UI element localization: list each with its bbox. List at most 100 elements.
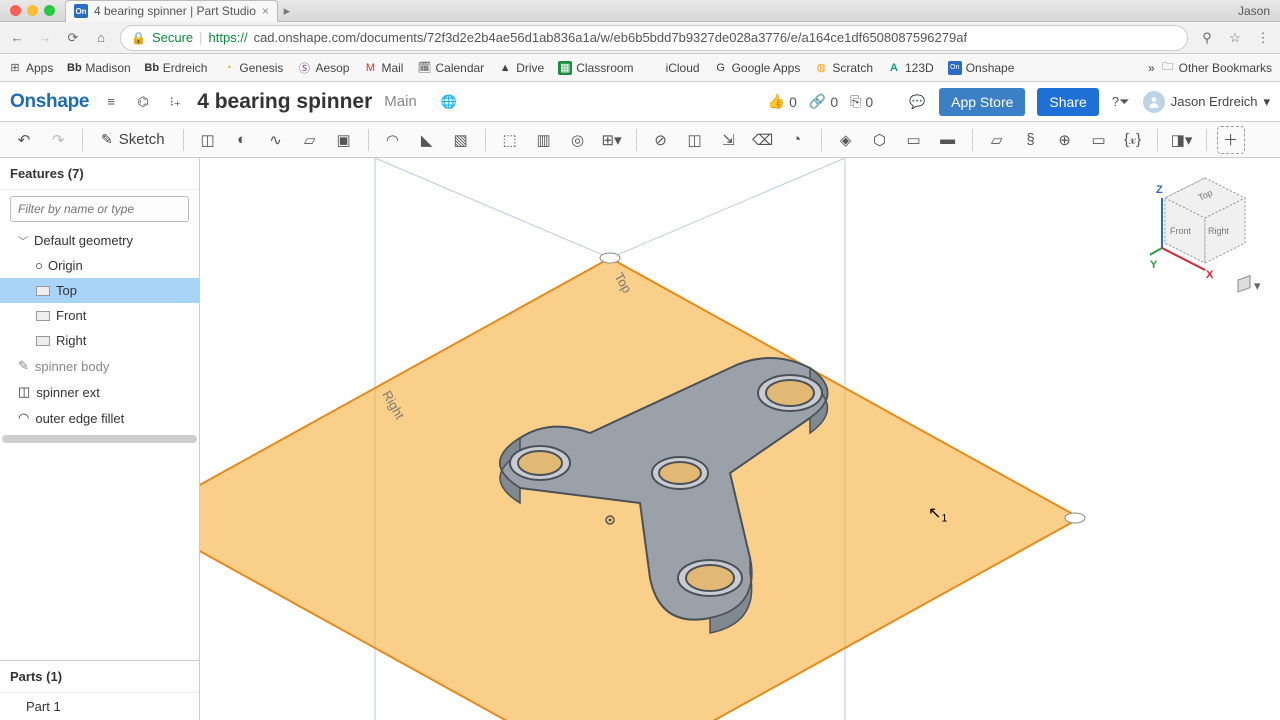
appstore-button[interactable]: App Store [939,88,1025,116]
share-button[interactable]: Share [1037,88,1098,116]
outer-fillet-node[interactable]: ◠outer edge fillet [0,405,199,431]
pattern-icon[interactable]: ⊞▾ [598,126,626,154]
right-plane-node[interactable]: Right [0,328,199,353]
branch-label[interactable]: Main [384,93,417,110]
bookmark-calendar[interactable]: 🗓Calendar [417,61,484,75]
3d-viewport[interactable]: Top Right ↖1 [200,158,1280,720]
split-icon[interactable]: ◫ [681,126,709,154]
bookmark-123d[interactable]: A123D [887,61,934,75]
front-plane-node[interactable]: Front [0,303,199,328]
add-feature-icon[interactable]: ＋ [1217,126,1245,154]
loft-icon[interactable]: ▱ [296,126,324,154]
delete-face-icon[interactable]: ⌫ [749,126,777,154]
copies-count[interactable]: ⎘0 [850,93,873,110]
variable-icon[interactable]: {𝓍} [1119,126,1147,154]
bookmark-google-apps[interactable]: GGoogle Apps [714,61,801,75]
document-title[interactable]: 4 bearing spinner [197,90,372,114]
top-plane-node[interactable]: Top [0,278,199,303]
bookmark-drive[interactable]: ▲Drive [498,61,544,75]
home-button[interactable]: ⌂ [92,30,110,45]
feature-panel: Features (7) ﹀Default geometry Origin To… [0,158,200,720]
plane-icon [36,336,50,346]
plane-icon [36,286,50,296]
revolve-icon[interactable]: ◐ [228,126,256,154]
spinner-body-sketch-node[interactable]: ✎spinner body [0,353,199,379]
apps-bookmark[interactable]: ⊞Apps [8,61,53,75]
part-item[interactable]: Part 1 [0,693,199,720]
boolean-icon[interactable]: ⊘ [647,126,675,154]
profile-label[interactable]: Jason [1228,4,1280,18]
minimize-window-icon[interactable] [27,5,38,16]
offset-surface-icon[interactable]: ⬡ [866,126,894,154]
close-window-icon[interactable] [10,5,21,16]
pencil-icon: ✎ [101,131,113,148]
boundary-surface-icon[interactable]: ▭ [900,126,928,154]
sweep-icon[interactable]: ∿ [262,126,290,154]
bookmark-genesis[interactable]: ◔Genesis [221,61,283,75]
other-bookmarks[interactable]: 🗀Other Bookmarks [1161,61,1272,75]
translate-icon[interactable]: ⚲ [1198,30,1216,46]
insert-menu-icon[interactable]: ⁝₊ [165,92,185,112]
hole-icon[interactable]: ◎ [564,126,592,154]
bookmark-onshape[interactable]: OnOnshape [948,61,1015,75]
close-tab-icon[interactable]: × [262,4,269,18]
browser-tab[interactable]: On 4 bearing spinner | Part Studio × [65,0,278,22]
undo-button[interactable]: ↶ [10,126,38,154]
globe-icon[interactable]: 🌐 [439,92,459,112]
onshape-logo[interactable]: Onshape [10,91,89,113]
nav-menu-icon[interactable]: ≡ [101,92,121,112]
modify-fillet-icon[interactable]: ◔ [783,126,811,154]
feature-tree: ﹀Default geometry Origin Top Front Right… [0,228,199,447]
surface-tool-icon[interactable]: ◈ [832,126,860,154]
extrude-icon[interactable]: ◫ [194,126,222,154]
url-field[interactable]: 🔒 Secure | https://cad.onshape.com/docum… [120,25,1188,51]
origin-icon [36,263,42,269]
sheet-metal-icon[interactable]: ▭ [1085,126,1113,154]
bookmark-aesop[interactable]: ⓈAesop [297,61,349,75]
links-count[interactable]: 🔗0 [809,93,838,110]
bookmark-star-icon[interactable]: ☆ [1226,30,1244,46]
svg-text:▾: ▾ [1254,278,1260,293]
view-cube[interactable]: Top Front Right Z X Y ▾ [1150,168,1260,298]
bookmark-scratch[interactable]: ◍Scratch [814,61,873,75]
bookmark-classroom[interactable]: ▦Classroom [558,61,633,75]
bookmark-erdreich[interactable]: BbErdreich [145,61,208,75]
thumbs-up-icon: 👍 [768,93,785,110]
thicken-icon[interactable]: ▣ [330,126,358,154]
section-view-icon[interactable]: ◨▾ [1168,126,1196,154]
new-tab-button[interactable]: ▸ [278,3,296,19]
comments-icon[interactable]: 💬 [907,92,927,112]
address-bar: ← → ⟳ ⌂ 🔒 Secure | https://cad.onshape.c… [0,22,1280,54]
mate-connector-icon[interactable]: ⊕ [1051,126,1079,154]
draft-icon[interactable]: ▧ [447,126,475,154]
helix-icon[interactable]: § [1017,126,1045,154]
fill-icon[interactable]: ▬ [934,126,962,154]
bookmark-icloud[interactable]: iCloud [648,61,700,75]
feature-filter-input[interactable] [10,196,189,222]
plane-icon[interactable]: ▱ [983,126,1011,154]
rib-icon[interactable]: ▥ [530,126,558,154]
sketch-icon: ✎ [18,358,29,374]
sketch-button[interactable]: ✎Sketch [93,126,173,154]
back-button[interactable]: ← [8,30,26,45]
chevron-down-icon: ﹀ [18,233,28,248]
tree-scrollbar[interactable] [2,435,197,443]
user-menu[interactable]: Jason Erdreich ▾ [1143,91,1270,113]
bookmark-mail[interactable]: MMail [363,61,403,75]
reload-button[interactable]: ⟳ [64,30,82,46]
likes-count[interactable]: 👍0 [768,93,797,110]
default-geometry-node[interactable]: ﹀Default geometry [0,228,199,253]
maximize-window-icon[interactable] [44,5,55,16]
bookmark-overflow[interactable]: » [1148,61,1155,75]
transform-icon[interactable]: ⇲ [715,126,743,154]
parts-panel: Parts (1) Part 1 [0,660,199,720]
shell-icon[interactable]: ⬚ [496,126,524,154]
menu-icon[interactable]: ⋮ [1254,30,1272,46]
chamfer-icon[interactable]: ◣ [413,126,441,154]
fillet-icon[interactable]: ◠ [379,126,407,154]
bookmark-madison[interactable]: BbMadison [67,61,130,75]
help-icon[interactable]: ?⏷ [1111,92,1131,112]
tree-menu-icon[interactable]: ⌬ [133,92,153,112]
spinner-ext-node[interactable]: ◫spinner ext [0,379,199,405]
origin-node[interactable]: Origin [0,253,199,278]
